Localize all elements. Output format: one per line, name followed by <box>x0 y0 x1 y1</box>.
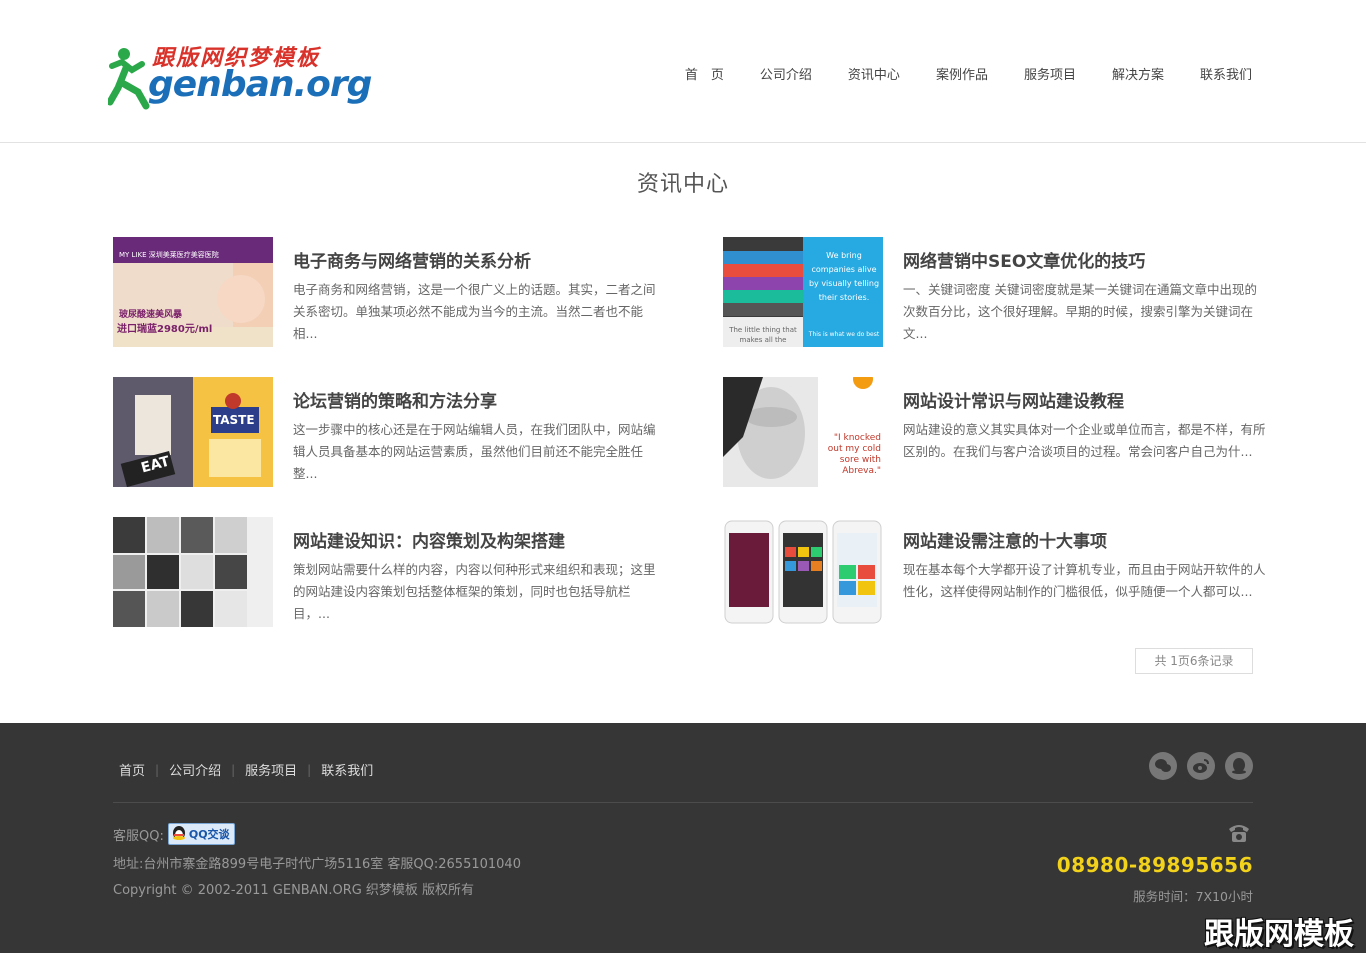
nav-home[interactable]: 首 页 <box>685 64 724 83</box>
news-item: MY LIKE 深圳美莱医疗美容医院 玻尿酸速美风暴 进口瑞蓝2980元/ml … <box>113 237 658 347</box>
footer-copyright: Copyright © 2002-2011 GENBAN.ORG 织梦模板 版权… <box>113 883 475 898</box>
qq-chat-button[interactable]: QQ交谈 <box>167 823 235 845</box>
thumb-text: The little thing that makes all the <box>729 326 797 344</box>
site-header: 跟版网织梦模板 genban.org 首 页 公司介绍 资讯中心 案例作品 服务… <box>0 0 1366 143</box>
nav-solutions[interactable]: 解决方案 <box>1112 64 1164 83</box>
wechat-icon[interactable] <box>1149 752 1177 780</box>
thumb-text: 进口瑞蓝2980元/ml <box>117 324 213 335</box>
thumb-text: TASTE <box>213 413 255 427</box>
footer-nav-separator: | <box>231 762 236 777</box>
weibo-icon[interactable] <box>1187 752 1215 780</box>
footer-nav-home[interactable]: 首页 <box>113 760 151 779</box>
news-thumbnail[interactable]: TASTE EAT <box>113 377 273 487</box>
main-nav: 首 页 公司介绍 资讯中心 案例作品 服务项目 解决方案 联系我们 <box>649 64 1252 83</box>
nav-services[interactable]: 服务项目 <box>1024 64 1076 83</box>
news-title[interactable]: 论坛营销的策略和方法分享 <box>293 387 653 412</box>
watermark-logo: 跟版网模板 <box>1204 917 1354 952</box>
news-title[interactable]: 网站建设需注意的十大事项 <box>903 527 1263 552</box>
site-footer: 首页 | 公司介绍 | 服务项目 | 联系我们 客服QQ: QQ交谈 地址:台州… <box>0 723 1366 953</box>
pagination-info: 共 1页6条记录 <box>1135 648 1253 674</box>
logo-en-text: genban.org <box>148 64 372 105</box>
news-item: 网站建设需注意的十大事项 现在基本每个大学都开设了计算机专业，而且由于网站开软件… <box>723 517 1268 627</box>
news-title[interactable]: 网络营销中SEO文章优化的技巧 <box>903 247 1263 272</box>
thumb-text: We bring companies alive by visually tel… <box>808 251 880 302</box>
news-summary: 电子商务和网络营销，这是一个很广义上的话题。其实，二者之间关系密切。单独某项必然… <box>293 282 656 341</box>
nav-contact[interactable]: 联系我们 <box>1200 64 1252 83</box>
news-thumbnail[interactable]: "I knocked out my cold sore with Abreva.… <box>723 377 883 487</box>
news-title[interactable]: 网站设计常识与网站建设教程 <box>903 387 1263 412</box>
news-thumbnail[interactable] <box>113 517 273 627</box>
news-item: "I knocked out my cold sore with Abreva.… <box>723 377 1268 487</box>
nav-cases[interactable]: 案例作品 <box>936 64 988 83</box>
footer-nav-contact[interactable]: 联系我们 <box>315 760 379 779</box>
footer-nav-separator: | <box>307 762 312 777</box>
service-hours: 服务时间：7X10小时 <box>1133 889 1253 904</box>
hotline-number: 08980-89895656 <box>1056 853 1253 877</box>
news-summary: 一、关键词密度 关键词密度就是某一关键词在通篇文章中出现的次数百分比，这个很好理… <box>903 282 1257 341</box>
news-item: 网站建设知识：内容策划及构架搭建 策划网站需要什么样的内容，内容以何种形式来组织… <box>113 517 658 627</box>
nav-news[interactable]: 资讯中心 <box>848 64 900 83</box>
footer-nav-services[interactable]: 服务项目 <box>239 760 303 779</box>
customer-service-qq: 客服QQ: QQ交谈 <box>113 823 235 845</box>
news-summary: 这一步骤中的核心还是在于网站编辑人员，在我们团队中，网站编辑人员具备基本的网站运… <box>293 422 656 481</box>
footer-nav: 首页 | 公司介绍 | 服务项目 | 联系我们 <box>113 760 379 780</box>
telephone-icon <box>1227 823 1251 847</box>
qq-icon[interactable] <box>1225 752 1253 780</box>
news-thumbnail[interactable]: MY LIKE 深圳美莱医疗美容医院 玻尿酸速美风暴 进口瑞蓝2980元/ml <box>113 237 273 347</box>
site-logo[interactable]: 跟版网织梦模板 genban.org <box>106 40 372 110</box>
footer-address: 地址:台州市寨金路899号电子时代广场5116室 客服QQ:2655101040 <box>113 857 521 872</box>
thumb-text: 玻尿酸速美风暴 <box>119 310 183 320</box>
news-title[interactable]: 网站建设知识：内容策划及构架搭建 <box>293 527 653 552</box>
page-title: 资讯中心 <box>636 172 729 197</box>
news-summary: 策划网站需要什么样的内容，内容以何种形式来组织和表现；这里的网站建设内容策划包括… <box>293 562 656 621</box>
news-summary: 网站建设的意义其实具体对一个企业或单位而言，都是不样，有所区别的。在我们与客户洽… <box>903 422 1266 459</box>
news-summary: 现在基本每个大学都开设了计算机专业，而且由于网站开软件的人性化，这样使得网站制作… <box>903 562 1266 599</box>
thumb-text: MY LIKE 深圳美莱医疗美容医院 <box>119 251 219 259</box>
footer-divider <box>113 802 1253 803</box>
thumb-text: This is what we do best <box>808 331 880 338</box>
qq-chat-label: QQ交谈 <box>188 828 230 841</box>
qq-penguin-icon <box>172 826 185 840</box>
news-title[interactable]: 电子商务与网络营销的关系分析 <box>293 247 653 272</box>
news-thumbnail[interactable] <box>723 517 883 627</box>
kefu-label: 客服QQ: <box>113 828 164 844</box>
news-thumbnail[interactable]: We bring companies alive by visually tel… <box>723 237 883 347</box>
news-item: TASTE EAT 论坛营销的策略和方法分享 这一步骤中的核心还是在于网站编辑人… <box>113 377 658 487</box>
thumb-text: "I knocked out my cold sore with Abreva.… <box>827 433 881 476</box>
footer-nav-about[interactable]: 公司介绍 <box>163 760 227 779</box>
footer-nav-separator: | <box>155 762 160 777</box>
news-item: We bring companies alive by visually tel… <box>723 237 1268 347</box>
social-links <box>1149 752 1253 780</box>
nav-about[interactable]: 公司介绍 <box>760 64 812 83</box>
